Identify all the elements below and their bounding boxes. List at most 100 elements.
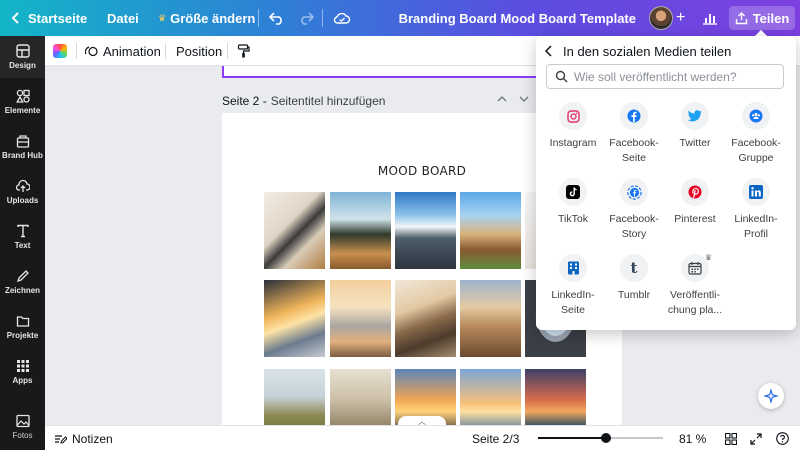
- photo-mountain-hiker[interactable]: [395, 192, 456, 269]
- share-option-tiktok[interactable]: TikTok: [541, 178, 605, 227]
- photo-hot-air-balloons[interactable]: [460, 280, 521, 357]
- chevron-up-icon: [497, 96, 507, 102]
- share-option-label: Twitter: [679, 137, 711, 149]
- chevron-left-icon: [11, 12, 19, 24]
- avatar[interactable]: [649, 6, 673, 30]
- share-option-label: Facebook-Seite: [609, 137, 659, 164]
- resize-button[interactable]: ♛ Größe ändern: [158, 0, 255, 36]
- share-option-facebook-page[interactable]: Facebook-Seite: [602, 102, 666, 166]
- home-button[interactable]: Startseite: [10, 0, 87, 36]
- grid-view-button[interactable]: [725, 426, 737, 450]
- cloud-save-status[interactable]: [333, 0, 351, 36]
- zoom-level-button[interactable]: 81 %: [679, 426, 706, 450]
- crown-icon: ♛: [158, 12, 167, 23]
- sidebar-item-draw[interactable]: Zeichnen: [0, 261, 45, 303]
- file-label: Datei: [107, 10, 139, 26]
- bar-chart-icon: [703, 14, 717, 25]
- previous-page-edge[interactable]: [222, 66, 538, 78]
- share-option-pinterest[interactable]: Pinterest: [663, 178, 727, 227]
- share-option-linkedin-profile[interactable]: LinkedIn-Profil: [724, 178, 788, 242]
- page-header: Seite 2 - Seitentitel hinzufügen: [222, 94, 385, 108]
- brand-hub-icon: [16, 135, 29, 148]
- animation-icon: [85, 45, 98, 56]
- publish-search-input[interactable]: Wie soll veröffentlicht werden?: [546, 64, 784, 89]
- bottom-bar: Notizen Seite 2/3 81 %: [45, 425, 800, 450]
- share-option-label: Facebook-Story: [609, 213, 659, 240]
- page-up-button[interactable]: [497, 94, 507, 106]
- zoom-slider-handle[interactable]: [600, 433, 611, 443]
- animation-button[interactable]: Animation: [85, 36, 161, 66]
- copy-style-button[interactable]: [237, 36, 250, 66]
- sidebar-item-label: Text: [14, 241, 31, 250]
- share-option-label: Instagram: [549, 137, 597, 149]
- photo-travel-flatlay[interactable]: [264, 192, 325, 269]
- share-option-instagram[interactable]: Instagram: [541, 102, 605, 151]
- expand-icon: [750, 432, 762, 445]
- redo-icon: [301, 12, 314, 25]
- zoom-slider[interactable]: [538, 433, 663, 443]
- file-menu-button[interactable]: Datei: [107, 0, 139, 36]
- add-collaborator-button[interactable]: +: [676, 0, 685, 36]
- photo-palm-beach[interactable]: [330, 192, 391, 269]
- color-picker-button[interactable]: [53, 36, 67, 66]
- schedule-calendar-icon: ♛: [681, 253, 712, 282]
- sidebar-item-uploads[interactable]: Uploads: [0, 171, 45, 213]
- photo-palm-dusk[interactable]: [525, 369, 586, 425]
- share-option-twitter[interactable]: Twitter: [663, 102, 727, 151]
- notes-label: Notizen: [72, 431, 113, 446]
- zoom-level: 81 %: [679, 431, 707, 446]
- share-option-schedule[interactable]: ♛ Veröffentli-chung pla...: [663, 253, 727, 318]
- share-option-facebook-group[interactable]: Facebook-Gruppe: [724, 102, 788, 166]
- design-icon: [15, 44, 30, 58]
- undo-button[interactable]: [269, 0, 285, 36]
- sidebar-item-label: Brand Hub: [2, 151, 43, 160]
- photo-green-hills[interactable]: [264, 369, 325, 425]
- share-option-label: LinkedIn-Seite: [551, 289, 595, 316]
- insights-button[interactable]: [702, 0, 718, 36]
- back-arrow-icon[interactable]: [544, 45, 554, 57]
- photo-signposts[interactable]: [460, 192, 521, 269]
- sidebar-item-brand-hub[interactable]: Brand Hub: [0, 126, 45, 168]
- plus-icon: +: [676, 9, 686, 26]
- photo-arms-raised[interactable]: [330, 280, 391, 357]
- divider: [322, 9, 323, 27]
- share-option-linkedin-page[interactable]: LinkedIn-Seite: [541, 254, 605, 318]
- photo-beach-sunset[interactable]: [460, 369, 521, 425]
- redo-button[interactable]: [298, 0, 314, 36]
- grid-view-icon: [725, 432, 737, 445]
- page-counter-button[interactable]: Seite 2/3: [472, 426, 519, 450]
- share-option-facebook-story[interactable]: Facebook-Story: [602, 178, 666, 242]
- sidebar-item-label: Uploads: [6, 196, 39, 205]
- notes-button[interactable]: Notizen: [54, 426, 113, 450]
- document-title[interactable]: Branding Board Mood Board Template: [380, 0, 636, 36]
- sidebar-item-photos[interactable]: Fotos: [0, 406, 45, 448]
- magic-assistant-button[interactable]: [758, 383, 784, 409]
- share-button[interactable]: Teilen: [729, 6, 795, 30]
- facebook-group-icon: [742, 102, 770, 130]
- photo-foggy-valley[interactable]: [330, 369, 391, 425]
- photo-airplane-window[interactable]: [264, 280, 325, 357]
- page-title-input[interactable]: Seitentitel hinzufügen: [271, 94, 386, 108]
- zoom-slider-fill: [538, 437, 606, 439]
- divider: [227, 43, 228, 59]
- social-share-panel: In den sozialen Medien teilen Wie soll v…: [536, 36, 796, 330]
- sparkle-icon: [764, 389, 778, 403]
- photo-traveler-backpack[interactable]: [395, 280, 456, 357]
- fullscreen-button[interactable]: [750, 426, 762, 450]
- sidebar-item-projects[interactable]: Projekte: [0, 306, 45, 348]
- divider: [165, 43, 166, 59]
- linkedin-page-icon: [559, 254, 587, 282]
- help-button[interactable]: [776, 426, 789, 450]
- page-down-button[interactable]: [519, 94, 529, 106]
- apps-icon: [16, 360, 29, 372]
- position-button[interactable]: Position: [176, 36, 222, 66]
- sidebar-item-elements[interactable]: Elemente: [0, 81, 45, 123]
- share-label: Teilen: [752, 10, 790, 26]
- photos-icon: [15, 414, 30, 428]
- paint-roller-icon: [237, 44, 250, 58]
- share-option-label: Veröffentli-chung pla...: [667, 289, 723, 316]
- share-option-tumblr[interactable]: t Tumblr: [602, 254, 666, 303]
- sidebar-item-design[interactable]: Design: [0, 36, 45, 78]
- sidebar-item-text[interactable]: Text: [0, 216, 45, 258]
- sidebar-item-apps[interactable]: Apps: [0, 351, 45, 393]
